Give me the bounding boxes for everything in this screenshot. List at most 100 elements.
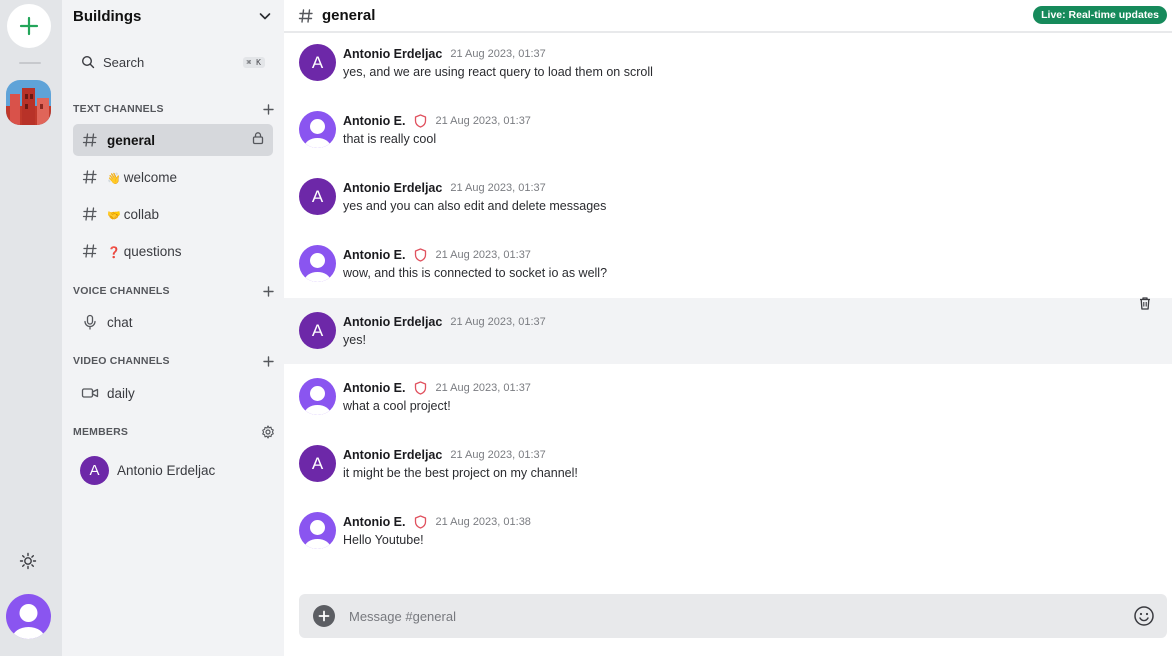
server-name: Buildings [73,7,142,25]
message-header: Antonio Erdeljac 21 Aug 2023, 01:37 [343,314,546,330]
smiley-icon [1134,606,1154,626]
channel-collab[interactable]: 🤝 collab [73,198,273,230]
emoji-picker-button[interactable] [1133,605,1155,627]
delete-message-button[interactable] [1136,294,1154,312]
hash-icon [81,242,99,260]
theme-toggle-button[interactable] [16,549,40,573]
member-name: Antonio Erdeljac [117,462,216,478]
text-channels-title: TEXT CHANNELS [73,103,164,115]
server-rail [0,0,62,656]
channel-sidebar: Buildings Search ⌘ K TEXT CHANNELS gener… [62,0,284,656]
channel-title: general [322,7,376,24]
search-label: Search [103,54,145,70]
add-text-channel-button[interactable] [261,102,275,116]
channel-name: collab [123,206,159,222]
channel-label: ❓ questions [107,244,265,259]
members-header: MEMBERS [73,423,275,441]
message-author[interactable]: Antonio E. [343,381,406,395]
video-channels-header: VIDEO CHANNELS [73,352,275,370]
manage-members-button[interactable] [261,425,275,439]
live-status-badge: Live: Real-time updates [1033,6,1167,24]
message-item: Antonio E. 21 Aug 2023, 01:37 what a coo… [284,370,1172,436]
message-text: yes, and we are using react query to loa… [343,65,653,79]
message-timestamp: 21 Aug 2023, 01:37 [450,316,546,328]
add-video-channel-button[interactable] [261,354,275,368]
search-icon [81,55,95,69]
channel-general[interactable]: general [73,124,273,156]
message-author[interactable]: Antonio Erdeljac [343,315,442,329]
chat-area: general Live: Real-time updates A Antoni… [284,0,1172,656]
message-avatar[interactable]: A [299,312,336,349]
voice-channels-title: VOICE CHANNELS [73,285,170,297]
message-author[interactable]: Antonio Erdeljac [343,181,442,195]
message-text: yes and you can also edit and delete mes… [343,199,607,213]
channel-label: 👋 welcome [107,170,265,185]
handshake-emoji: 🤝 [107,209,121,222]
message-avatar[interactable]: A [299,178,336,215]
user-avatar-icon [304,386,331,415]
gear-icon [262,425,274,439]
channel-daily[interactable]: daily [73,377,273,409]
video-camera-icon [81,384,99,402]
lock-icon [251,131,265,150]
message-timestamp: 21 Aug 2023, 01:37 [450,182,546,194]
shield-icon [414,515,428,529]
question-emoji: ❓ [107,246,121,259]
user-profile-avatar[interactable] [6,594,51,639]
channel-label: 🤝 collab [107,207,265,222]
rail-divider [19,62,41,64]
message-item: Antonio E. 21 Aug 2023, 01:37 wow, and t… [284,237,1172,303]
message-author[interactable]: Antonio E. [343,114,406,128]
message-author[interactable]: Antonio E. [343,515,406,529]
chevron-down-icon [259,13,271,20]
message-timestamp: 21 Aug 2023, 01:37 [450,48,546,60]
server-menu-header[interactable]: Buildings [62,0,284,32]
message-header: Antonio Erdeljac 21 Aug 2023, 01:37 [343,447,546,463]
message-avatar[interactable] [299,245,336,282]
message-header: Antonio Erdeljac 21 Aug 2023, 01:37 [343,180,546,196]
member-item[interactable]: A Antonio Erdeljac [80,455,270,485]
message-input[interactable] [349,608,1133,624]
message-avatar[interactable] [299,512,336,549]
message-author[interactable]: Antonio Erdeljac [343,448,442,462]
message-timestamp: 21 Aug 2023, 01:37 [435,249,531,261]
message-text: that is really cool [343,132,437,146]
server-icon-buildings[interactable] [6,80,51,125]
channel-questions[interactable]: ❓ questions [73,235,273,267]
message-author[interactable]: Antonio E. [343,248,406,262]
message-timestamp: 21 Aug 2023, 01:38 [435,516,531,528]
trash-icon [1140,296,1150,310]
user-avatar-icon [304,520,331,549]
text-channels-header: TEXT CHANNELS [73,100,275,118]
members-title: MEMBERS [73,426,129,438]
channel-chat[interactable]: chat [73,306,273,338]
sun-icon [19,552,37,570]
channel-name: questions [123,243,182,259]
plus-icon [262,103,274,115]
plus-icon [262,355,274,367]
add-voice-channel-button[interactable] [261,284,275,298]
channel-welcome[interactable]: 👋 welcome [73,161,273,193]
message-item: A Antonio Erdeljac 21 Aug 2023, 01:37 ye… [284,170,1172,236]
plus-icon [318,610,330,622]
message-composer [299,594,1167,638]
message-header: Antonio E. 21 Aug 2023, 01:38 [343,514,531,530]
attach-file-button[interactable] [313,605,335,627]
message-avatar[interactable] [299,378,336,415]
message-author[interactable]: Antonio Erdeljac [343,47,442,61]
message-header: Antonio E. 21 Aug 2023, 01:37 [343,113,531,129]
building-image-icon [6,80,51,125]
message-timestamp: 21 Aug 2023, 01:37 [435,115,531,127]
channel-label: daily [107,385,135,401]
message-text: wow, and this is connected to socket io … [343,266,608,280]
message-text: Hello Youtube! [343,533,424,547]
add-server-button[interactable] [7,4,51,48]
message-avatar[interactable] [299,111,336,148]
member-avatar: A [80,455,109,485]
message-avatar[interactable]: A [299,44,336,81]
message-item: Antonio E. 21 Aug 2023, 01:38 Hello Yout… [284,504,1172,570]
message-item: A Antonio Erdeljac 21 Aug 2023, 01:37 it… [284,437,1172,503]
message-avatar[interactable]: A [299,445,336,482]
search-button[interactable]: Search ⌘ K [73,48,273,76]
message-text: yes! [343,333,366,347]
